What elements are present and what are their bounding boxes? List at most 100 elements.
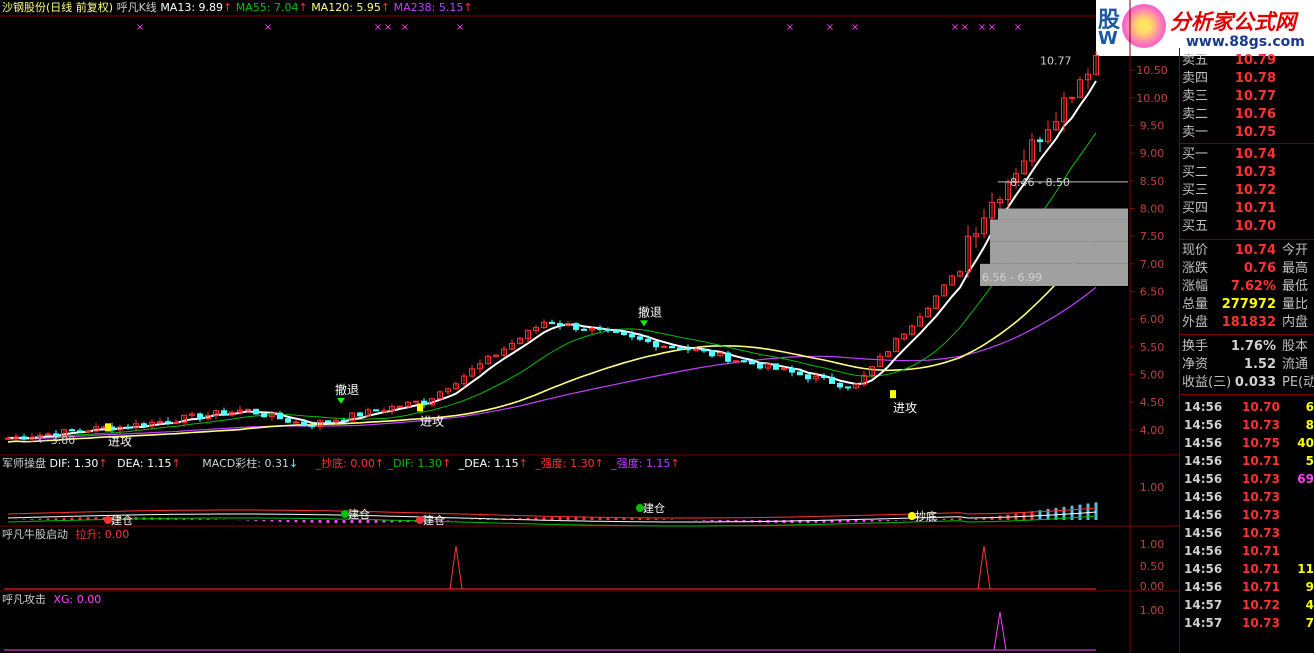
candle-body: [677, 347, 683, 350]
macd-bar: [270, 520, 274, 522]
macd-bar: [198, 518, 202, 520]
macd-bar: [638, 518, 642, 520]
macd-bar: [302, 520, 306, 523]
tick-price: 10.73: [1242, 526, 1280, 540]
macd-panel-name: 军师操盘: [2, 457, 46, 470]
panel2-name: 呼凡牛股启动: [2, 528, 68, 541]
tick-row: 14:56 10.73: [1182, 506, 1314, 524]
macd-chaodi: _抄底: 0.00: [315, 457, 375, 470]
stat-row-ext: 最高: [1282, 261, 1309, 276]
tick-time: 14:56: [1184, 526, 1223, 540]
quote-divider: [1180, 334, 1314, 335]
candle-body: [197, 413, 203, 420]
signal-marker: ×: [384, 22, 392, 33]
stat-row: 换手 1.76% 股本: [1180, 338, 1314, 356]
price-tick-label: 4.00: [1140, 424, 1165, 437]
bid-row-value: 10.72: [1234, 183, 1276, 198]
panel2-axis-label: 1.00: [1140, 538, 1165, 551]
retreat-signal-label: 撤退: [638, 304, 662, 319]
candle-body: [653, 341, 659, 348]
macd-bar: [862, 520, 866, 522]
macd-bar: [22, 519, 26, 520]
tick-time: 14:56: [1184, 580, 1223, 594]
ask-row-label: 卖三: [1182, 89, 1209, 104]
yellow-signal-icon: [105, 423, 111, 432]
stat-row-value: 10.74: [1234, 243, 1276, 258]
macd-bar: [846, 520, 850, 523]
candle-body: [597, 327, 603, 331]
price-tick-label: 10.00: [1136, 92, 1168, 105]
panel3-header: 呼凡攻击 XG: 0.00: [2, 593, 101, 607]
tick-price: 10.73: [1242, 490, 1280, 504]
macd-bar: [342, 520, 346, 523]
price-tick-label: 6.50: [1140, 286, 1165, 299]
price-zone-block: [990, 219, 1128, 242]
range-label-1: 8.46 - 8.50: [1010, 176, 1070, 189]
tick-volume: 8: [1305, 418, 1314, 432]
macd-bar: [294, 520, 298, 523]
up-arrow-icon: ↑: [594, 457, 604, 470]
candle-body: [685, 348, 691, 351]
signal-marker: ×: [136, 22, 144, 33]
candle-body: [605, 329, 611, 332]
quote-divider: [1180, 239, 1314, 240]
tick-row: 14:56 10.70 6: [1182, 398, 1314, 416]
signal-marker: ×: [456, 22, 464, 33]
macd-bar: [206, 518, 210, 520]
ask-row-label: 卖五: [1182, 53, 1209, 68]
stat-row-value: 181832: [1221, 315, 1276, 330]
up-arrow-icon: ↑: [670, 457, 680, 470]
candle-body: [285, 418, 291, 423]
panel2-axis-label: 0.00: [1140, 580, 1165, 593]
signal-marker: ×: [1014, 22, 1022, 33]
tick-time: 14:56: [1184, 562, 1223, 576]
panel3-item: XG: 0.00: [53, 593, 102, 606]
candle-body: [293, 421, 299, 424]
macd-bar: [286, 520, 290, 523]
macd-signal-label: 抄底: [915, 509, 937, 523]
tick-volume: 5: [1305, 454, 1314, 468]
tick-row: 14:56 10.71: [1182, 542, 1314, 560]
quote-divider: [1180, 394, 1314, 395]
candle-body: [77, 430, 83, 433]
macd-bar: [246, 520, 250, 521]
bid-row: 买二 10.73: [1180, 164, 1314, 182]
macd-dea2: _DEA: 1.15: [458, 457, 519, 470]
candle-body: [709, 350, 715, 357]
macd-bar: [550, 517, 554, 520]
candle-body: [773, 363, 779, 370]
ma238-line: [7, 286, 1097, 440]
tick-time: 14:56: [1184, 508, 1223, 522]
ask-row: 卖一 10.75: [1180, 124, 1314, 142]
candle-body: [805, 374, 811, 380]
tick-row: 14:56 10.73: [1182, 524, 1314, 542]
high-price-label: 10.77: [1040, 55, 1072, 68]
bid-row-label: 买一: [1182, 147, 1209, 162]
macd-qiangdu1: _强度: 1.30: [535, 457, 595, 470]
price-zone-block: [990, 241, 1128, 264]
candle-body: [613, 329, 619, 333]
candle-body: [549, 321, 555, 325]
macd-bar: [718, 520, 722, 522]
tick-time: 14:56: [1184, 400, 1223, 414]
panel2-header: 呼凡牛股启动 拉升: 0.00: [2, 528, 129, 542]
macd-bar: [662, 519, 666, 520]
candle-body: [221, 410, 227, 416]
tick-volume: 6: [1305, 400, 1314, 414]
candle-body: [1069, 96, 1075, 99]
candle-body: [157, 421, 163, 424]
tick-price: 10.73: [1242, 508, 1280, 522]
bid-row: 买四 10.71: [1180, 200, 1314, 218]
tick-price: 10.71: [1242, 562, 1280, 576]
candle-body: [629, 333, 635, 338]
macd-bar: [942, 518, 946, 520]
macd-bar: [670, 519, 674, 520]
stat-row-label: 总量: [1182, 297, 1209, 312]
candle-body: [5, 437, 11, 440]
panel3-axis-label: 1.00: [1140, 604, 1165, 617]
bid-row-label: 买二: [1182, 165, 1209, 180]
tick-time: 14:56: [1184, 418, 1223, 432]
ask-row-label: 卖四: [1182, 71, 1209, 86]
macd-bar: [630, 517, 634, 520]
stat-row: 涨跌 0.76 最高: [1180, 260, 1314, 278]
